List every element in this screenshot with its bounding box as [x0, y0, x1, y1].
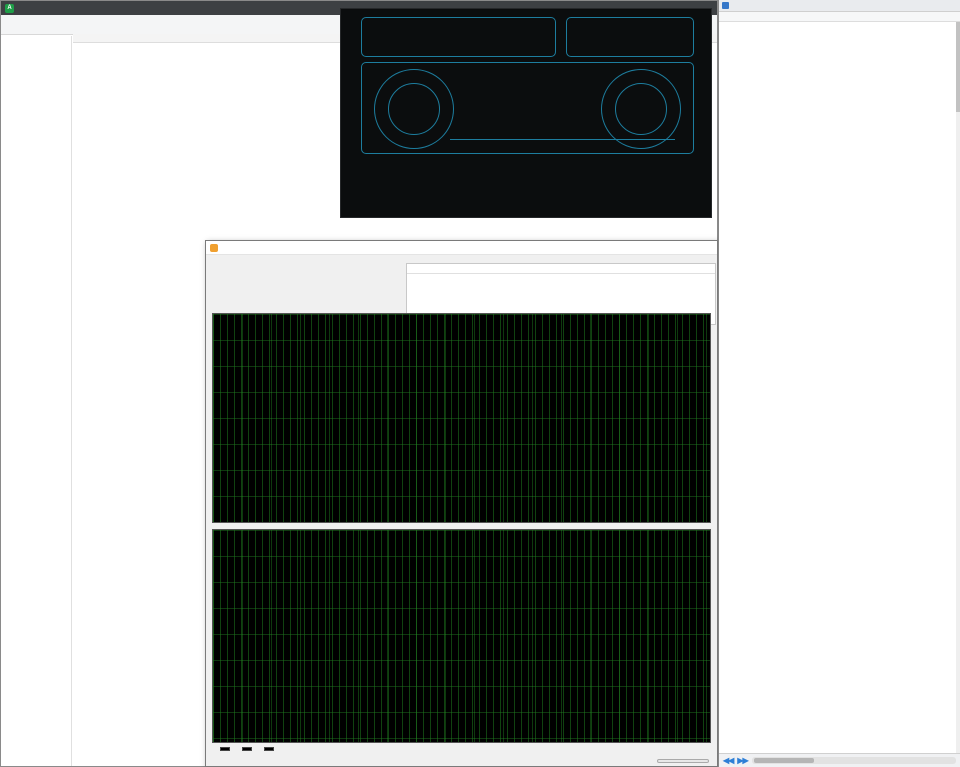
close-button[interactable]	[657, 759, 709, 763]
volume-bars	[575, 27, 687, 51]
log-headers[interactable]	[407, 264, 715, 274]
sensorpanel-side-text-left	[343, 17, 356, 217]
clock-box	[361, 17, 556, 57]
stability-titlebar[interactable]	[206, 241, 717, 255]
hwinfo-bottom-toolbar: ◀◀ ▶▶	[719, 753, 960, 767]
sensorpanel-window	[340, 8, 712, 218]
stability-app-icon	[210, 244, 218, 252]
elapsed-value	[264, 747, 274, 751]
aida64-app-icon: A	[5, 4, 14, 13]
stability-test-window	[205, 240, 718, 767]
hwinfo-vertical-scrollbar[interactable]	[956, 22, 960, 753]
desktop: A	[0, 0, 960, 767]
hwinfo-titlebar[interactable]	[719, 0, 960, 12]
cpu-usage-graph	[212, 529, 711, 743]
hwinfo-window: ◀◀ ▶▶	[718, 0, 960, 767]
cpu-info	[361, 159, 621, 170]
nav-back-icon[interactable]: ◀◀	[723, 756, 733, 765]
hwinfo-horizontal-scrollbar[interactable]	[752, 757, 956, 764]
temperature-graph	[212, 313, 711, 523]
sensorpanel-side-text-right	[696, 17, 709, 217]
test-buttons	[214, 759, 709, 763]
aida64-tree	[1, 36, 72, 766]
battery-value	[220, 747, 230, 751]
hwinfo-column-headers[interactable]	[719, 12, 960, 22]
test-started-value	[242, 747, 252, 751]
gpu-gauge	[601, 69, 681, 149]
nav-forward-icon[interactable]: ▶▶	[737, 756, 747, 765]
gauges-box	[361, 62, 694, 154]
volume-box	[566, 17, 694, 57]
utilization-axis	[450, 139, 675, 141]
external-ip	[361, 204, 371, 211]
hwinfo-app-icon	[722, 2, 729, 9]
test-status-bar	[214, 747, 274, 751]
cpu-gauge	[374, 69, 454, 149]
hwinfo-sensor-table	[719, 22, 956, 753]
